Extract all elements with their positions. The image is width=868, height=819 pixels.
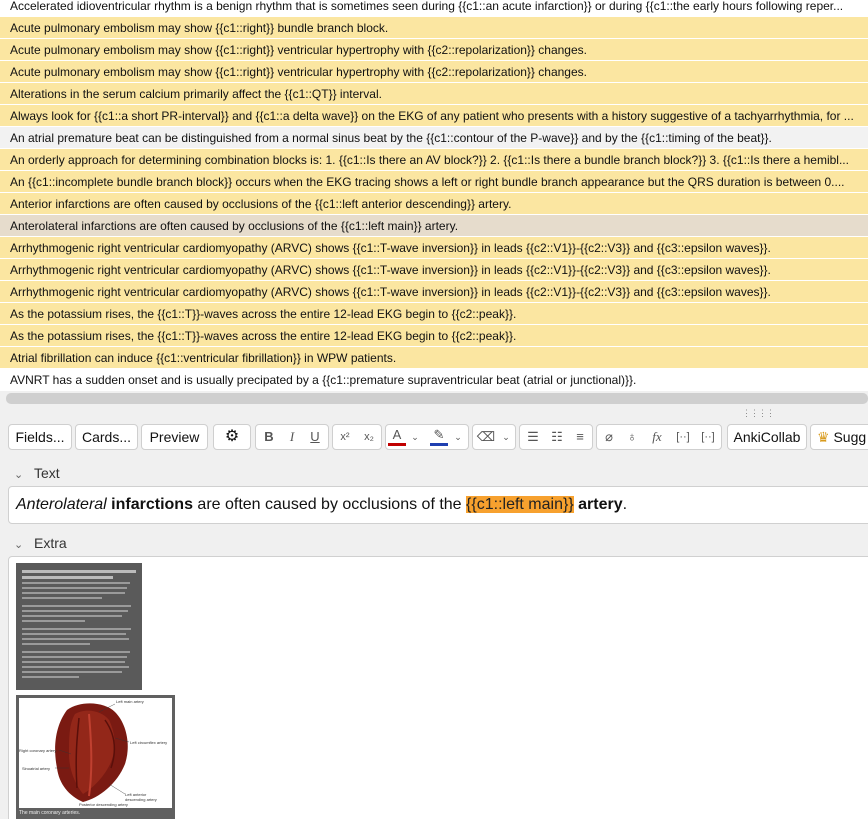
- text-italic-run: Anterolateral: [16, 496, 107, 513]
- table-row[interactable]: AVNRT has a sudden onset and is usually …: [0, 369, 868, 391]
- eraser-icon[interactable]: ⌫: [476, 424, 496, 450]
- cloze-icon[interactable]: [··]: [672, 424, 694, 450]
- label-left-main: Left main artery: [116, 699, 144, 704]
- chevron-down-icon[interactable]: ⌄: [499, 424, 513, 450]
- label-posterior: Posterior descending artery: [79, 802, 128, 807]
- cloze-same-icon[interactable]: [··]: [697, 424, 719, 450]
- text-end-run: .: [622, 496, 628, 513]
- table-row[interactable]: Acute pulmonary embolism may show {{c1::…: [0, 17, 868, 39]
- table-row[interactable]: Acute pulmonary embolism may show {{c1::…: [0, 61, 868, 83]
- label-right-coronary: Right coronary artery: [19, 748, 57, 753]
- microphone-icon[interactable]: ♁: [623, 424, 641, 450]
- extra-field-header[interactable]: ⌄ Extra: [14, 533, 67, 553]
- label-left-circumflex: Left circumflex artery: [130, 740, 168, 745]
- text-bold-run-2: artery: [578, 496, 623, 513]
- horizontal-scrollbar[interactable]: [6, 393, 868, 404]
- suggest-button[interactable]: ♛ Sugg: [810, 424, 868, 450]
- chevron-down-icon[interactable]: ⌄: [14, 535, 28, 555]
- subscript-icon[interactable]: x₂: [359, 424, 379, 450]
- chevron-down-icon[interactable]: ⌄: [14, 465, 28, 485]
- underline-icon[interactable]: U: [305, 424, 325, 450]
- table-row[interactable]: Arrhythmogenic right ventricular cardiom…: [0, 259, 868, 281]
- preview-button[interactable]: Preview: [141, 424, 208, 450]
- gear-icon[interactable]: ⚙: [213, 424, 251, 450]
- paperclip-icon[interactable]: ⌀: [600, 424, 618, 450]
- text-plain-run: are often caused by occlusions of the: [192, 496, 467, 513]
- table-row[interactable]: An {{c1::incomplete bundle branch block}…: [0, 171, 868, 193]
- ekg-text-image: [16, 563, 142, 690]
- table-row[interactable]: Atrial fibrillation can induce {{c1::ven…: [0, 347, 868, 369]
- card-list[interactable]: Accelerated idioventricular rhythm is a …: [0, 0, 868, 391]
- heart-illustration: Left main artery Left circumflex artery …: [19, 698, 172, 808]
- table-row[interactable]: Anterolateral infarctions are often caus…: [0, 215, 868, 237]
- anki-browser-window: Accelerated idioventricular rhythm is a …: [0, 0, 868, 819]
- text-bold-run: infarctions: [111, 496, 193, 513]
- table-row[interactable]: Arrhythmogenic right ventricular cardiom…: [0, 281, 868, 303]
- text-color-icon[interactable]: A: [388, 424, 406, 446]
- chevron-down-icon[interactable]: ⌄: [409, 424, 421, 450]
- cards-button[interactable]: Cards...: [75, 424, 138, 450]
- extra-field-label: Extra: [34, 535, 67, 551]
- suggest-label: Sugg: [833, 429, 867, 445]
- fields-button[interactable]: Fields...: [8, 424, 72, 450]
- formula-icon[interactable]: fx: [646, 424, 668, 450]
- bullet-list-icon[interactable]: ☰: [523, 424, 543, 450]
- crown-icon: ♛: [817, 429, 830, 445]
- coronary-arteries-image: Left main artery Left circumflex artery …: [16, 695, 175, 819]
- figure-caption: The main coronary arteries.: [19, 810, 81, 816]
- table-row[interactable]: Alterations in the serum calcium primari…: [0, 83, 868, 105]
- table-row[interactable]: Arrhythmogenic right ventricular cardiom…: [0, 237, 868, 259]
- highlight-icon[interactable]: ✎: [430, 424, 448, 446]
- table-row[interactable]: Always look for {{c1::a short PR-interva…: [0, 105, 868, 127]
- editor-toolbar: Fields... Cards... Preview ⚙ B I U x² x₂…: [0, 422, 868, 452]
- table-row[interactable]: An atrial premature beat can be distingu…: [0, 127, 868, 149]
- table-row[interactable]: An orderly approach for determining comb…: [0, 149, 868, 171]
- table-row[interactable]: Accelerated idioventricular rhythm is a …: [0, 0, 868, 17]
- chevron-down-icon[interactable]: ⌄: [451, 424, 465, 450]
- table-row[interactable]: Anterior infarctions are often caused by…: [0, 193, 868, 215]
- text-field-editor[interactable]: Anterolateral infarctions are often caus…: [8, 486, 868, 524]
- numbered-list-icon[interactable]: ☷: [547, 424, 567, 450]
- table-row[interactable]: Acute pulmonary embolism may show {{c1::…: [0, 39, 868, 61]
- label-lad: Left anterior descending artery: [125, 792, 157, 802]
- text-field-header[interactable]: ⌄ Text: [14, 463, 60, 483]
- italic-icon[interactable]: I: [282, 424, 302, 450]
- table-row[interactable]: As the potassium rises, the {{c1::T}}-wa…: [0, 325, 868, 347]
- cloze-deletion: {{c1::left main}}: [466, 496, 574, 513]
- ekg-text-image-content: [22, 567, 136, 681]
- splitter-handle[interactable]: ⋮⋮⋮⋮: [742, 409, 775, 418]
- bold-icon[interactable]: B: [259, 424, 279, 450]
- superscript-icon[interactable]: x²: [335, 424, 355, 450]
- table-row[interactable]: As the potassium rises, the {{c1::T}}-wa…: [0, 303, 868, 325]
- ankicollab-button[interactable]: AnkiCollab: [727, 424, 807, 450]
- label-sinoatrial: Sinoatrial artery: [22, 766, 51, 771]
- extra-field-editor[interactable]: Left main artery Left circumflex artery …: [8, 556, 868, 819]
- text-field-label: Text: [34, 465, 60, 481]
- align-icon[interactable]: ≡: [570, 424, 590, 450]
